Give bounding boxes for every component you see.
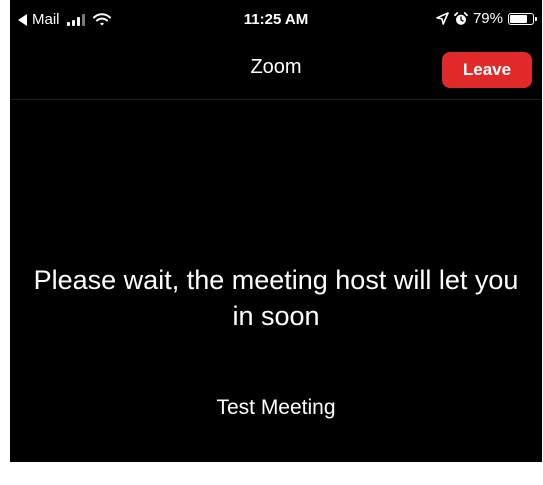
waiting-message: Please wait, the meeting host will let y… (33, 265, 519, 331)
status-indicators: 79% (436, 10, 537, 27)
battery-percentage: 79% (472, 10, 503, 27)
battery-tip (535, 16, 537, 21)
navigation-bar: Zoom Leave (10, 40, 542, 100)
meeting-name: Test Meeting (216, 396, 336, 419)
battery-icon (508, 12, 537, 25)
leave-button[interactable]: Leave (442, 52, 532, 88)
status-bar: Mail 11:25 AM 79% (10, 0, 542, 40)
battery-fill (510, 14, 527, 23)
location-arrow-icon (436, 12, 449, 25)
alarm-clock-icon (454, 11, 468, 25)
zoom-waiting-room-screen: Mail 11:25 AM 79% Zoom Leave Please wait… (10, 0, 542, 462)
